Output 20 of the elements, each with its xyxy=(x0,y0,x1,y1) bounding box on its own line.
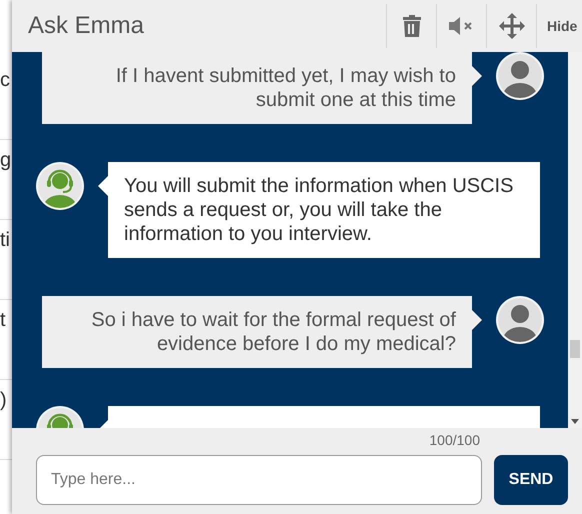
move-icon xyxy=(498,13,524,39)
user-message: So i have to wait for the formal request of evidence before I do my medical? xyxy=(42,296,472,368)
page-text: c xyxy=(0,69,10,91)
hide-button[interactable]: Hide xyxy=(536,4,582,48)
character-counter: 100/100 xyxy=(429,431,480,450)
page-text: t xyxy=(0,309,6,331)
agent-avatar-icon xyxy=(36,162,84,210)
page-text: ti xyxy=(0,229,10,251)
user-avatar-icon xyxy=(496,296,544,344)
agent-message: You will submit the information when USCIS sends a request or, you will take the information to you interview. xyxy=(108,162,540,258)
page-text: g xyxy=(0,149,12,171)
muted-speaker-icon xyxy=(448,17,474,35)
scroll-down-icon[interactable] xyxy=(571,418,579,424)
user-message: If I havent submitted yet, I may wish to submit one at this time xyxy=(42,52,472,124)
window-title: Ask Emma xyxy=(27,11,146,41)
scrollbar-thumb[interactable] xyxy=(570,340,580,358)
page-text: ) xyxy=(0,389,7,411)
trash-icon xyxy=(402,15,420,37)
message-input[interactable]: Type here... xyxy=(36,455,482,505)
send-button[interactable]: SEND xyxy=(494,455,568,505)
